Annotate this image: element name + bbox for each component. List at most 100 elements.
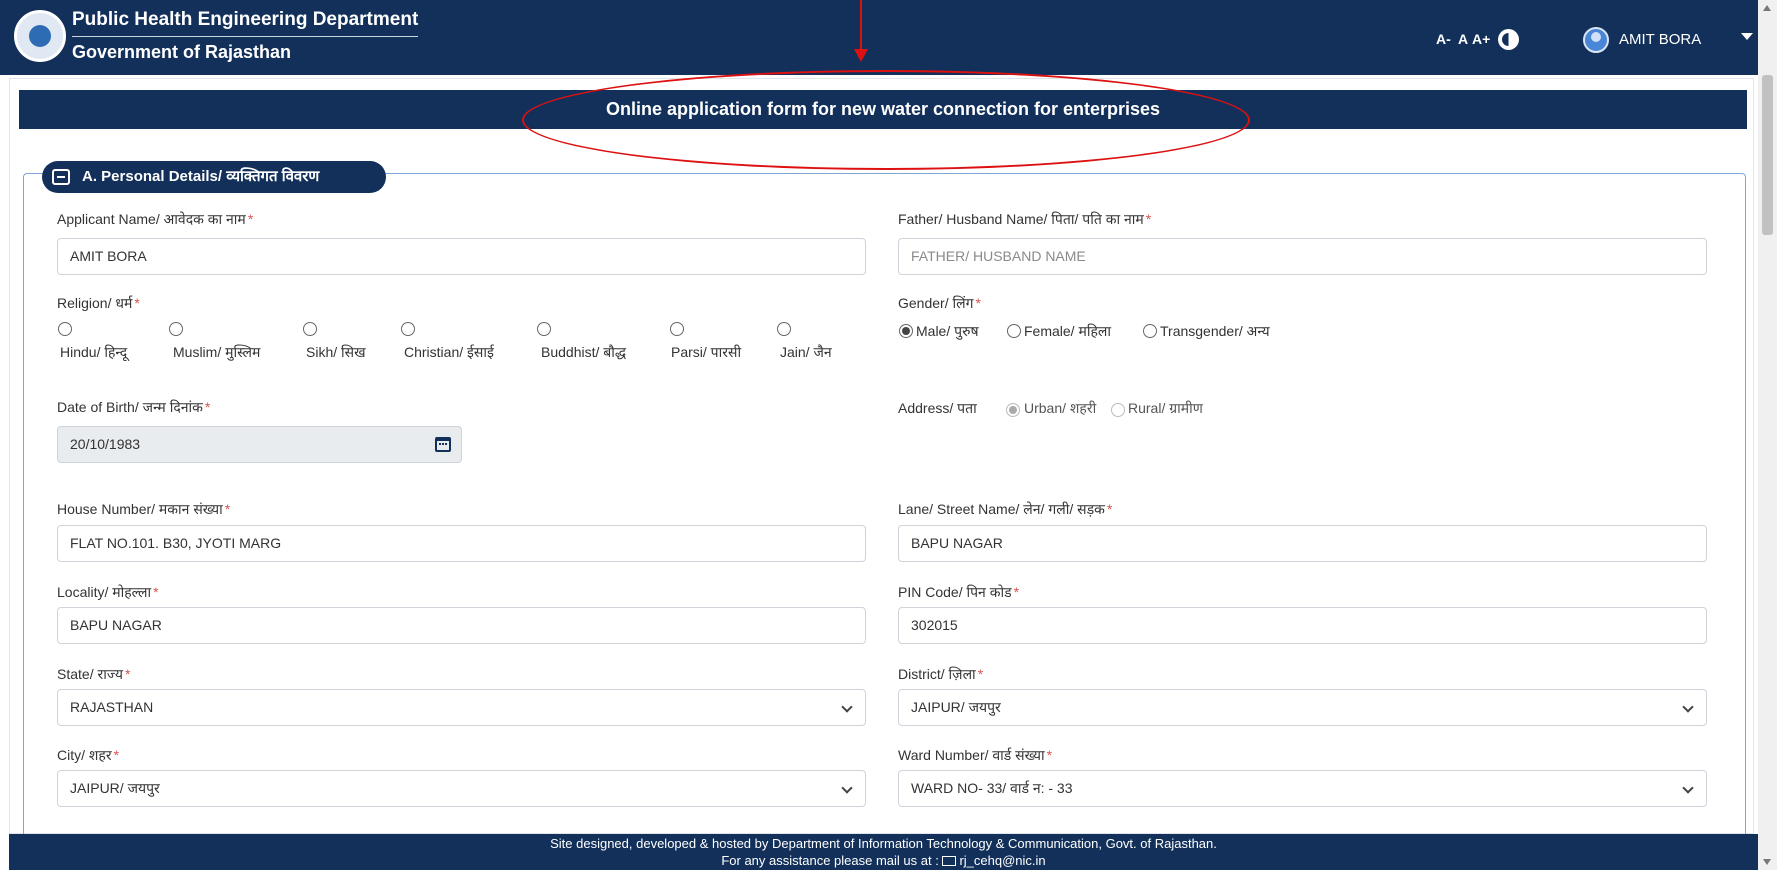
- required-mark: *: [204, 399, 211, 415]
- religion-radio-sikh[interactable]: [303, 322, 317, 336]
- religion-radio-parsi[interactable]: [670, 322, 684, 336]
- lane-input[interactable]: BAPU NAGAR: [898, 525, 1707, 562]
- locality-label-text: Locality/ मोहल्ला: [57, 584, 152, 600]
- gender-radio-female[interactable]: [1007, 324, 1021, 338]
- city-label-text: City/ शहर: [57, 747, 112, 763]
- gender-radio-transgender[interactable]: [1143, 324, 1157, 338]
- font-reset-button[interactable]: A: [1458, 31, 1468, 47]
- dob-label-text: Date of Birth/ जन्म दिनांक: [57, 399, 203, 415]
- dob-label: Date of Birth/ जन्म दिनांक *: [57, 398, 210, 417]
- district-select-value: JAIPUR/ जयपुर: [911, 699, 1001, 715]
- contrast-toggle-icon[interactable]: [1498, 29, 1519, 50]
- state-select[interactable]: RAJASTHAN: [57, 689, 866, 726]
- required-mark: *: [113, 747, 120, 763]
- footer-contact-prefix: For any assistance please mail us at :: [721, 853, 943, 868]
- chevron-down-icon[interactable]: [841, 701, 853, 713]
- applicant-name-input[interactable]: AMIT BORA: [57, 238, 866, 275]
- chevron-down-icon[interactable]: [1682, 701, 1694, 713]
- address-label: Address/ पता: [898, 400, 977, 416]
- required-mark: *: [1145, 211, 1152, 227]
- required-mark: *: [247, 211, 254, 227]
- religion-option-parsi[interactable]: Parsi/ पारसी: [671, 343, 741, 362]
- section-title: A. Personal Details/ व्यक्तिगत विवरण: [82, 168, 320, 185]
- mail-icon: [942, 856, 957, 866]
- state-label-text: State/ राज्य: [57, 666, 123, 682]
- religion-radio-christian[interactable]: [401, 322, 415, 336]
- collapse-icon[interactable]: [52, 169, 70, 185]
- gender-option-male[interactable]: Male/ पुरुष: [916, 322, 979, 341]
- required-mark: *: [1106, 501, 1113, 517]
- chevron-down-icon[interactable]: [1682, 782, 1694, 794]
- required-mark: *: [153, 584, 159, 600]
- scroll-up-arrow-icon[interactable]: [1763, 5, 1771, 11]
- page-scrollbar[interactable]: [1758, 0, 1777, 870]
- pin-code-input[interactable]: 302015: [898, 607, 1707, 644]
- religion-option-sikh[interactable]: Sikh/ सिख: [306, 343, 366, 362]
- gender-option-transgender[interactable]: Transgender/ अन्य: [1160, 322, 1270, 341]
- personal-details-section: [23, 173, 1746, 853]
- religion-radio-hindu[interactable]: [58, 322, 72, 336]
- applicant-name-label: Applicant Name/ आवेदक का नाम *: [57, 210, 253, 229]
- pin-code-label-text: PIN Code/ पिन कोड: [898, 584, 1012, 600]
- house-number-label-text: House Number/ मकान संख्या: [57, 501, 223, 517]
- gender-option-female[interactable]: Female/ महिला: [1024, 322, 1111, 341]
- ward-select-value: WARD NO- 33/ वार्ड न: - 33: [911, 780, 1073, 796]
- religion-option-hindu[interactable]: Hindu/ हिन्दू: [60, 343, 127, 362]
- footer-contact: For any assistance please mail us at : r…: [9, 852, 1758, 869]
- district-select[interactable]: JAIPUR/ जयपुर: [898, 689, 1707, 726]
- section-header-personal-details[interactable]: A. Personal Details/ व्यक्तिगत विवरण: [42, 161, 386, 193]
- religion-radio-jain[interactable]: [777, 322, 791, 336]
- address-option-rural[interactable]: Rural/ ग्रामीण: [1128, 399, 1203, 418]
- scroll-down-arrow-icon[interactable]: [1763, 859, 1771, 865]
- state-select-value: RAJASTHAN: [70, 699, 154, 715]
- city-label: City/ शहर *: [57, 746, 119, 765]
- father-name-input[interactable]: FATHER/ HUSBAND NAME: [898, 238, 1707, 275]
- dob-value: 20/10/1983: [70, 436, 141, 452]
- department-title: Public Health Engineering Department: [72, 9, 419, 30]
- locality-label: Locality/ मोहल्ला *: [57, 583, 159, 602]
- user-menu-caret-icon[interactable]: [1741, 33, 1753, 40]
- city-select-value: JAIPUR/ जयपुर: [70, 780, 160, 796]
- address-option-urban[interactable]: Urban/ शहरी: [1024, 399, 1096, 418]
- religion-label: Religion/ धर्म *: [57, 294, 140, 313]
- title-divider: [72, 36, 418, 37]
- annotation-ellipse: [522, 70, 1250, 170]
- religion-option-jain[interactable]: Jain/ जैन: [780, 343, 832, 362]
- gender-radio-male[interactable]: [899, 324, 913, 338]
- locality-input[interactable]: BAPU NAGAR: [57, 607, 866, 644]
- gender-label-text: Gender/ लिंग: [898, 295, 974, 311]
- font-increase-button[interactable]: A+: [1472, 31, 1490, 47]
- required-mark: *: [975, 295, 981, 311]
- religion-option-christian[interactable]: Christian/ ईसाई: [404, 343, 494, 362]
- lane-label-text: Lane/ Street Name/ लेन/ गली/ सड़क: [898, 501, 1105, 517]
- religion-option-buddhist[interactable]: Buddhist/ बौद्ध: [541, 343, 626, 362]
- dob-input[interactable]: 20/10/1983: [57, 426, 462, 463]
- user-avatar-icon[interactable]: [1583, 27, 1609, 53]
- father-name-label: Father/ Husband Name/ पिता/ पति का नाम *: [898, 210, 1151, 229]
- annotation-arrow-line: [860, 0, 862, 51]
- applicant-name-label-text: Applicant Name/ आवेदक का नाम: [57, 211, 246, 227]
- required-mark: *: [224, 501, 231, 517]
- government-subtitle: Government of Rajasthan: [72, 42, 292, 62]
- footer-email-link[interactable]: rj_cehq@nic.in: [959, 853, 1045, 868]
- user-name[interactable]: AMIT BORA: [1619, 31, 1701, 48]
- ward-select[interactable]: WARD NO- 33/ वार्ड न: - 33: [898, 770, 1707, 807]
- religion-option-muslim[interactable]: Muslim/ मुस्लिम: [173, 343, 260, 362]
- pin-code-label: PIN Code/ पिन कोड *: [898, 583, 1019, 602]
- chevron-down-icon[interactable]: [841, 782, 853, 794]
- scrollbar-thumb[interactable]: [1762, 75, 1773, 235]
- religion-radio-buddhist[interactable]: [537, 322, 551, 336]
- religion-radio-muslim[interactable]: [169, 322, 183, 336]
- required-mark: *: [1013, 584, 1020, 600]
- calendar-icon[interactable]: [435, 437, 451, 452]
- address-radio-rural[interactable]: [1111, 403, 1125, 417]
- city-select[interactable]: JAIPUR/ जयपुर: [57, 770, 866, 807]
- father-name-label-text: Father/ Husband Name/ पिता/ पति का नाम: [898, 211, 1144, 227]
- ward-label: Ward Number/ वार्ड संख्या *: [898, 746, 1052, 765]
- font-decrease-button[interactable]: A-: [1436, 31, 1451, 47]
- house-number-input[interactable]: FLAT NO.101. B30, JYOTI MARG: [57, 525, 866, 562]
- district-label: District/ ज़िला *: [898, 665, 983, 684]
- app-header: Public Health Engineering Department Gov…: [0, 0, 1758, 75]
- required-mark: *: [134, 295, 140, 311]
- address-radio-urban[interactable]: [1006, 403, 1020, 417]
